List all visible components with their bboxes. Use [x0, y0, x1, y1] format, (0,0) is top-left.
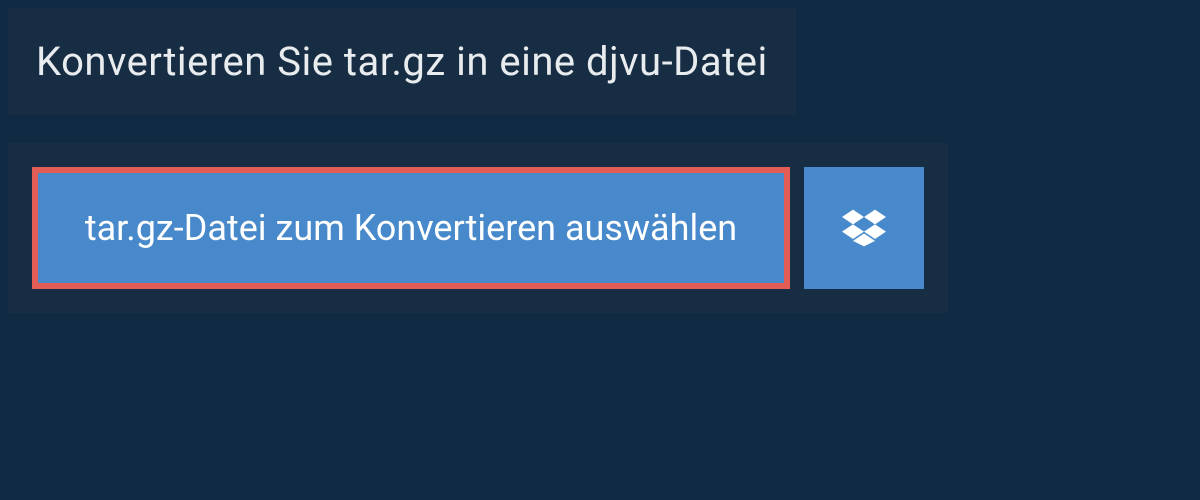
dropbox-button[interactable]: [804, 167, 924, 289]
upload-container: tar.gz-Datei zum Konvertieren auswählen: [8, 143, 948, 313]
select-file-button-label: tar.gz-Datei zum Konvertieren auswählen: [85, 207, 737, 249]
header-bar: Konvertieren Sie tar.gz in eine djvu-Dat…: [8, 8, 796, 115]
page-title: Konvertieren Sie tar.gz in eine djvu-Dat…: [36, 38, 768, 85]
select-file-button[interactable]: tar.gz-Datei zum Konvertieren auswählen: [32, 167, 790, 289]
dropbox-icon: [842, 208, 886, 248]
